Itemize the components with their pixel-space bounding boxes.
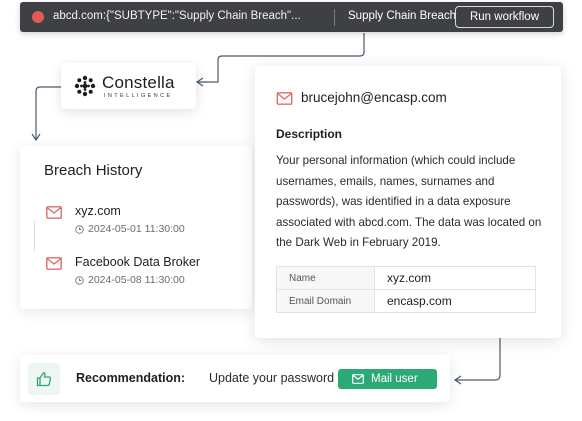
breach-source-name: Facebook Data Broker xyxy=(75,255,201,269)
description-text: Your personal information (which could i… xyxy=(276,154,542,249)
mail-icon xyxy=(46,206,62,219)
constella-logo-card: Constella INTELLIGENCE xyxy=(61,63,196,109)
status-dot-icon xyxy=(32,11,44,23)
timeline-line xyxy=(34,221,35,251)
constella-logo-icon xyxy=(74,75,96,97)
breach-info-table: Name xyz.com Email Domain encasp.com xyxy=(276,266,536,313)
breach-time: 2024-05-08 11:30:00 xyxy=(88,274,185,286)
brand-name: Constella xyxy=(102,73,175,92)
subtype-label: Supply Chain Breach xyxy=(348,10,457,22)
breach-time: 2024-05-01 11:30:00 xyxy=(88,223,185,235)
recommendation-label: Recommendation: xyxy=(76,371,186,385)
table-key: Email Domain xyxy=(276,289,375,313)
table-row: Name xyz.com xyxy=(276,266,536,290)
mail-user-label: Mail user xyxy=(371,373,418,385)
mail-icon xyxy=(352,374,364,384)
divider xyxy=(334,9,335,26)
breach-history-card: Breach History xyz.com 2024-05-01 11:30:… xyxy=(20,146,252,309)
mail-icon xyxy=(46,257,62,270)
breach-source-name: xyz.com xyxy=(75,204,121,218)
exposed-email: brucejohn@encasp.com xyxy=(301,90,447,105)
workflow-canvas: abcd.com:{"SUBTYPE":"Supply Chain Breach… xyxy=(0,0,582,421)
breach-detail-card: brucejohn@encasp.com Description Your pe… xyxy=(255,66,561,338)
brand-tagline: INTELLIGENCE xyxy=(104,93,173,99)
connector-detail-to-rec xyxy=(456,338,501,381)
mail-icon xyxy=(276,92,293,105)
connector-logo-to-history xyxy=(35,86,61,139)
table-key: Name xyxy=(276,266,375,290)
table-value: xyz.com xyxy=(374,266,536,290)
table-row: Email Domain encasp.com xyxy=(276,289,536,313)
recommendation-text: Update your password xyxy=(209,371,335,385)
arrow-icon xyxy=(195,77,204,87)
breach-history-title: Breach History xyxy=(44,162,143,179)
arrow-icon xyxy=(31,133,41,142)
arrow-icon xyxy=(453,375,462,385)
thumbs-up-icon xyxy=(36,372,52,387)
run-workflow-button[interactable]: Run workflow xyxy=(455,6,554,28)
workflow-topbar: abcd.com:{"SUBTYPE":"Supply Chain Breach… xyxy=(20,2,563,32)
table-value: encasp.com xyxy=(374,289,536,313)
thumbs-up-badge xyxy=(28,363,60,395)
mail-user-button[interactable]: Mail user xyxy=(338,369,437,389)
description-heading: Description xyxy=(276,127,343,141)
recommendation-bar: Recommendation: Update your password Mai… xyxy=(20,355,450,402)
clock-icon xyxy=(75,225,84,234)
clock-icon xyxy=(75,276,84,285)
query-text: abcd.com:{"SUBTYPE":"Supply Chain Breach… xyxy=(53,10,301,22)
